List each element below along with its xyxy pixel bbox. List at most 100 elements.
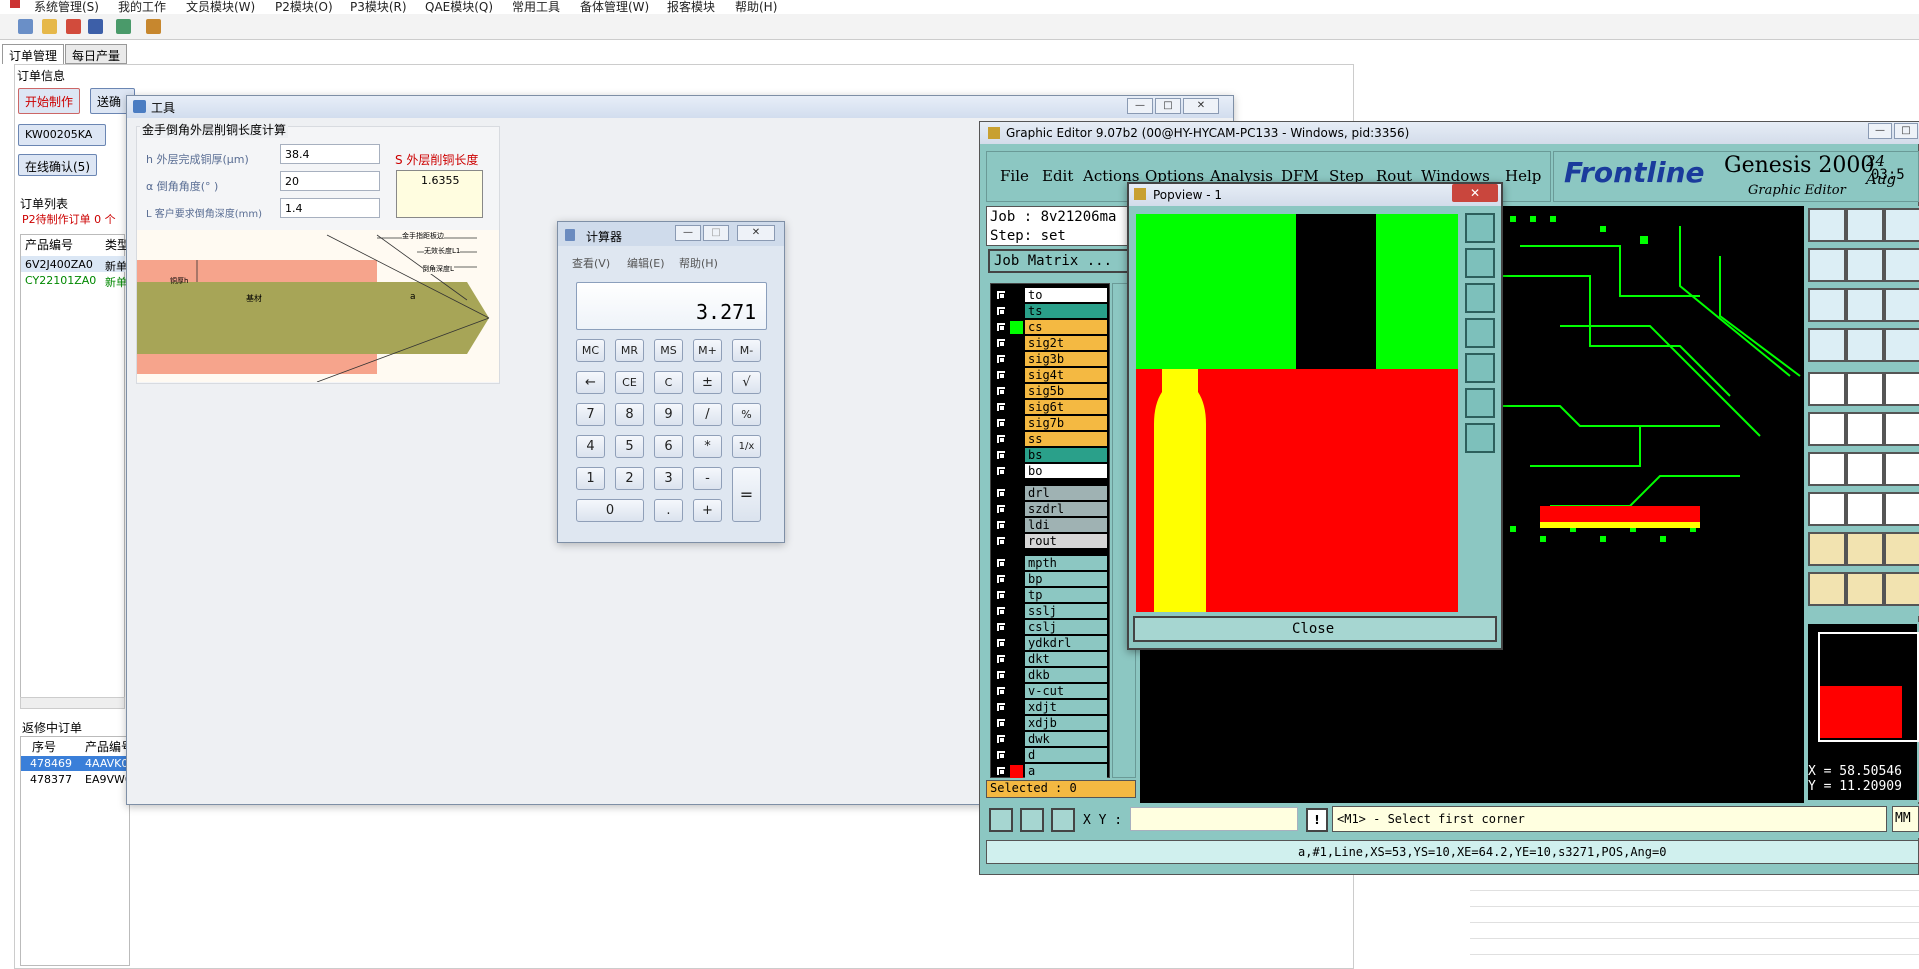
tools-icon[interactable] (146, 19, 161, 34)
triangle-icon[interactable] (1808, 532, 1846, 566)
calc-maximize-icon[interactable]: □ (703, 225, 729, 241)
popview-left-icon[interactable] (1465, 318, 1495, 348)
calc-sqrt-button[interactable]: √ (732, 371, 761, 394)
layer-checkbox[interactable] (996, 606, 1006, 616)
calc-1-button[interactable]: 1 (576, 467, 605, 490)
calc-menu-edit[interactable]: 编辑(E) (627, 255, 665, 271)
calc-0-button[interactable]: 0 (576, 499, 644, 522)
menu-item-qae[interactable]: QAE模块(Q) (425, 0, 493, 15)
calc-mc-button[interactable]: MC (576, 339, 605, 362)
calc-c-button[interactable]: C (654, 371, 683, 394)
calc-8-button[interactable]: 8 (615, 403, 644, 426)
triangle-alt-icon[interactable] (1884, 532, 1919, 566)
tab-daily-output[interactable]: 每日产量 (65, 44, 128, 64)
line-icon[interactable] (1846, 372, 1884, 406)
cut-icon[interactable] (1846, 412, 1884, 446)
popview-right-icon[interactable] (1465, 353, 1495, 383)
layer-item[interactable]: dkt (1025, 652, 1107, 666)
calc-mplus-button[interactable]: M+ (693, 339, 722, 362)
calc-7-button[interactable]: 7 (576, 403, 605, 426)
layer-checkbox[interactable] (996, 338, 1006, 348)
layer-item[interactable]: d (1025, 748, 1107, 762)
layer-checkbox[interactable] (996, 536, 1006, 546)
layer-checkbox[interactable] (996, 734, 1006, 744)
popview-zoom-icon[interactable] (1465, 213, 1495, 243)
popview-down-icon[interactable] (1465, 283, 1495, 313)
curve-icon[interactable] (1884, 452, 1919, 486)
layer-item[interactable]: sig4t (1025, 368, 1107, 382)
tab-order-management[interactable]: 订单管理 (2, 44, 65, 64)
layer-checkbox[interactable] (996, 718, 1006, 728)
calc-9-button[interactable]: 9 (654, 403, 683, 426)
calc-mr-button[interactable]: MR (615, 339, 644, 362)
pointer-icon[interactable] (1808, 572, 1846, 606)
layer-checkbox[interactable] (996, 686, 1006, 696)
layer-checkbox[interactable] (996, 306, 1006, 316)
minimize-icon[interactable]: — (1127, 98, 1153, 114)
thickness-input[interactable] (280, 144, 380, 164)
add-pad-icon[interactable] (1808, 492, 1846, 526)
layer-item[interactable]: szdrl (1025, 502, 1107, 516)
menu-item-p2[interactable]: P2模块(O) (275, 0, 333, 15)
calc-decimal-button[interactable]: . (654, 499, 683, 522)
depth-input[interactable] (280, 198, 380, 218)
layer-item[interactable]: dkb (1025, 668, 1107, 682)
col-header-product-code[interactable]: 产品编号 (25, 236, 73, 253)
layer-item[interactable]: v-cut (1025, 684, 1107, 698)
calc-backspace-button[interactable]: ← (576, 371, 605, 394)
layer-item[interactable]: bs (1025, 448, 1107, 462)
layer-checkbox[interactable] (996, 622, 1006, 632)
genesis-menu-file[interactable]: File (1000, 167, 1029, 185)
layer-item[interactable]: cs (1025, 320, 1107, 334)
genesis-maximize-icon[interactable]: □ (1894, 123, 1918, 139)
calc-2-button[interactable]: 2 (615, 467, 644, 490)
calc-3-button[interactable]: 3 (654, 467, 683, 490)
genesis-minimize-icon[interactable]: — (1868, 123, 1892, 139)
layer-checkbox[interactable] (996, 322, 1006, 332)
angle-input[interactable] (280, 171, 380, 191)
genesis-menu-help[interactable]: Help (1505, 167, 1541, 185)
menu-item-my-work[interactable]: 我的工作 (118, 0, 166, 15)
maximize-icon[interactable]: □ (1155, 98, 1181, 114)
layer-item[interactable]: sslj (1025, 604, 1107, 618)
start-production-button[interactable]: 开始制作 (18, 88, 81, 114)
layer-checkbox[interactable] (996, 290, 1006, 300)
col-header-no[interactable]: 序号 (32, 738, 56, 755)
calc-plus-button[interactable]: + (693, 499, 722, 522)
layer-item[interactable]: sig2t (1025, 336, 1107, 350)
menu-item-backup[interactable]: 备体管理(W) (580, 0, 649, 15)
info-icon[interactable]: ! (1306, 808, 1328, 832)
calc-minus-button[interactable]: - (693, 467, 722, 490)
layer-checkbox[interactable] (996, 766, 1006, 776)
layer-checkbox[interactable] (996, 354, 1006, 364)
xy-input[interactable] (1130, 807, 1298, 831)
probe-icon[interactable] (1846, 328, 1884, 362)
grid-snap-icon[interactable] (1051, 808, 1075, 832)
calc-equals-button[interactable]: = (732, 467, 761, 522)
layer-item[interactable]: rout (1025, 534, 1107, 548)
folder-icon[interactable] (42, 19, 57, 34)
angle-icon[interactable] (1808, 452, 1846, 486)
link-icon[interactable] (116, 19, 131, 34)
calc-mminus-button[interactable]: M- (732, 339, 761, 362)
calc-close-icon[interactable]: ✕ (737, 225, 775, 241)
layer-item[interactable]: ss (1025, 432, 1107, 446)
layer-checkbox[interactable] (996, 434, 1006, 444)
menu-item-report[interactable]: 报客模块 (667, 0, 715, 15)
pad-icon[interactable] (1808, 372, 1846, 406)
layer-item[interactable]: tp (1025, 588, 1107, 602)
resize-icon[interactable] (1884, 492, 1919, 526)
layer-item[interactable]: ydkdrl (1025, 636, 1107, 650)
layer-item[interactable]: ldi (1025, 518, 1107, 532)
undo-icon[interactable] (1884, 248, 1919, 282)
ruler-icon[interactable] (1884, 372, 1919, 406)
calc-ms-button[interactable]: MS (654, 339, 683, 362)
shift-right-icon[interactable] (1846, 248, 1884, 282)
layer-checkbox[interactable] (996, 488, 1006, 498)
move-up-icon[interactable] (1808, 208, 1846, 242)
triangle-outline-icon[interactable] (1846, 532, 1884, 566)
layer-checkbox[interactable] (996, 670, 1006, 680)
layer-item[interactable]: xdjt (1025, 700, 1107, 714)
zoom-line-icon[interactable] (1020, 808, 1044, 832)
pointer-alt-icon[interactable] (1884, 572, 1919, 606)
